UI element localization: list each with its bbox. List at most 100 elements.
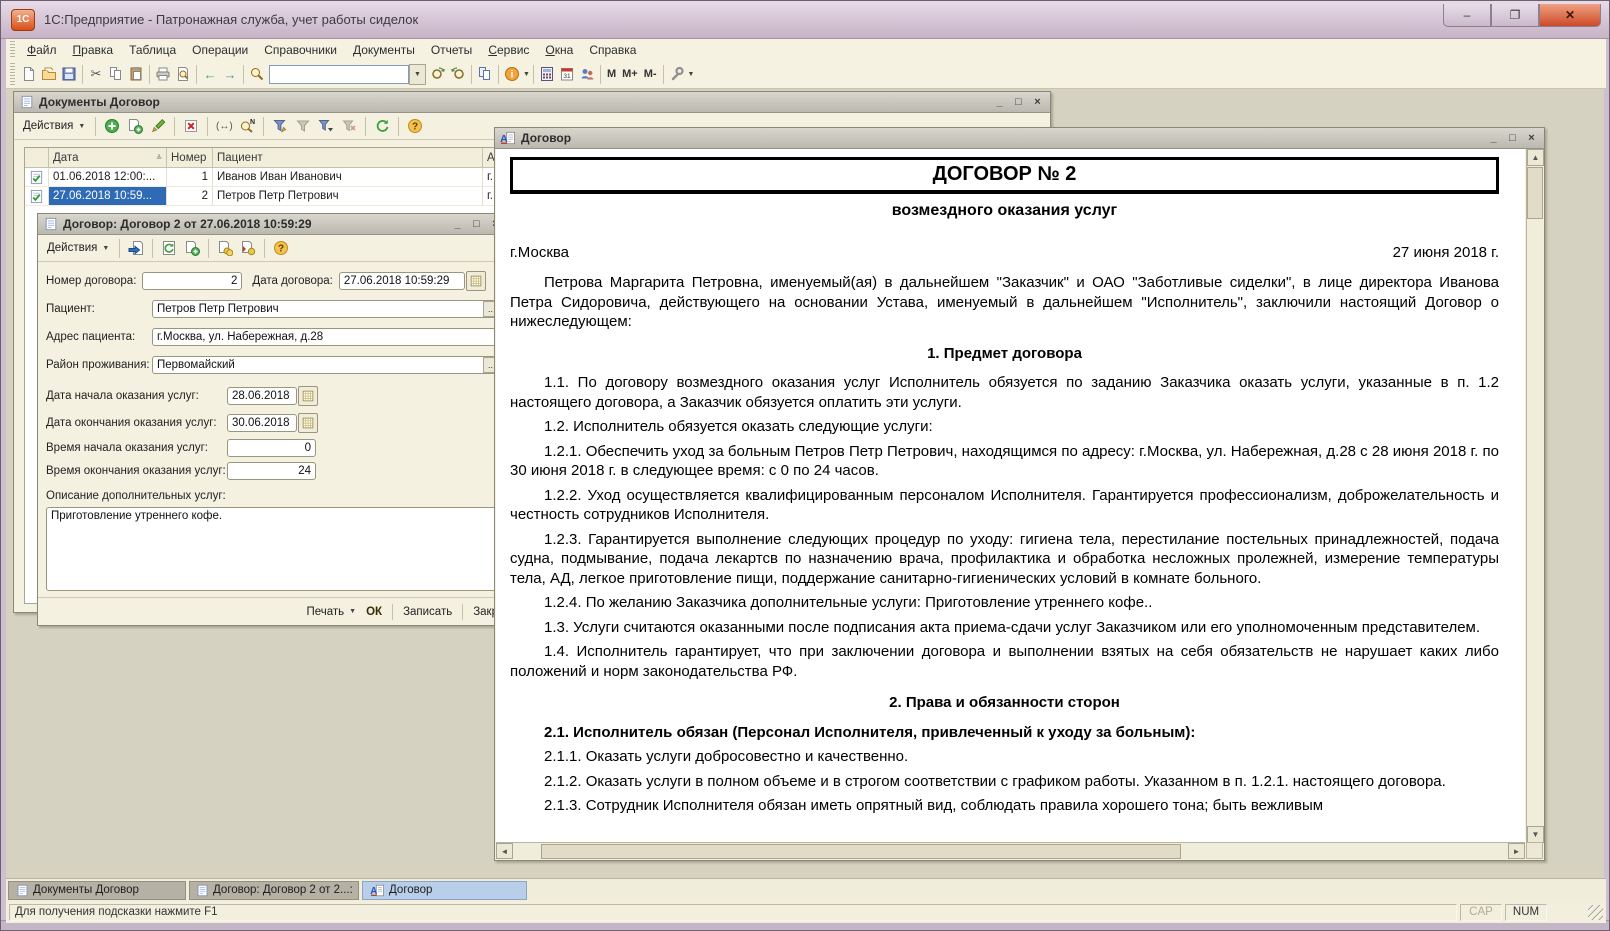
menu-catalogs[interactable]: Справочники	[256, 41, 345, 59]
scroll-right-button[interactable]: ►	[1508, 843, 1525, 859]
post-document-icon[interactable]	[126, 238, 146, 258]
menu-help[interactable]: Справка	[581, 41, 644, 59]
contract-date-input[interactable]	[339, 272, 465, 290]
print-icon[interactable]	[153, 64, 173, 84]
doc-window-titlebar[interactable]: A Договор _ □ ×	[495, 128, 1544, 149]
column-width-icon[interactable]: (↔)	[214, 116, 234, 136]
menu-reports[interactable]: Отчеты	[423, 41, 480, 59]
address-input[interactable]	[152, 328, 500, 346]
form-help-icon[interactable]: ?	[271, 238, 291, 258]
find-by-number-icon[interactable]: N	[237, 116, 257, 136]
memory-m-plus-button[interactable]: M+	[619, 66, 641, 82]
enter-on-basis-icon[interactable]	[215, 238, 235, 258]
print-button[interactable]: Печать▼	[302, 604, 360, 620]
start-date-input[interactable]	[227, 387, 297, 405]
vertical-scrollbar[interactable]: ▲ ▼	[1526, 149, 1543, 843]
copy-icon[interactable]	[106, 64, 126, 84]
ok-button[interactable]: ОК	[362, 604, 386, 620]
form-minimize-button[interactable]: _	[450, 217, 465, 231]
find-previous-icon[interactable]	[448, 64, 468, 84]
tab-contract-form[interactable]: Договор: Договор 2 от 2...:29	[189, 881, 359, 900]
end-date-calendar-button[interactable]	[298, 413, 318, 433]
vertical-scroll-thumb[interactable]	[1527, 167, 1543, 219]
horizontal-scroll-thumb[interactable]	[541, 844, 1181, 859]
list-actions-button[interactable]: Действия▼	[19, 118, 89, 134]
new-document-icon[interactable]	[19, 64, 39, 84]
info-dropdown-arrow[interactable]: ▼	[523, 71, 530, 78]
refresh-form-icon[interactable]	[159, 238, 179, 258]
copy-document-icon[interactable]	[182, 238, 202, 258]
patient-input[interactable]	[152, 300, 500, 318]
doc-maximize-button[interactable]: □	[1505, 131, 1520, 145]
maximize-button[interactable]: ❐	[1491, 4, 1539, 27]
form-maximize-button[interactable]: □	[469, 217, 484, 231]
menu-file[interactable]: Файл	[19, 41, 65, 59]
write-button[interactable]: Записать	[399, 604, 456, 620]
scroll-left-button[interactable]: ◄	[496, 843, 513, 859]
tab-contract-document[interactable]: A Договор	[362, 881, 527, 900]
memory-m-minus-button[interactable]: M-	[641, 66, 660, 82]
print-preview-icon[interactable]	[173, 64, 193, 84]
search-dropdown-button[interactable]: ▼	[409, 64, 426, 85]
menu-documents[interactable]: Документы	[345, 41, 423, 59]
description-textarea[interactable]: Приготовление утреннего кофе.	[46, 507, 500, 591]
search-icon[interactable]	[247, 64, 267, 84]
edit-icon[interactable]	[148, 116, 168, 136]
toolbar-grip[interactable]	[10, 63, 15, 85]
list-close-button[interactable]: ×	[1030, 95, 1045, 109]
minimize-button[interactable]: –	[1443, 4, 1491, 27]
save-icon[interactable]	[59, 64, 79, 84]
tab-documents-list[interactable]: Документы Договор	[8, 881, 186, 900]
menu-edit[interactable]: Правка	[65, 41, 122, 59]
doc-minimize-button[interactable]: _	[1486, 131, 1501, 145]
resize-grip[interactable]	[1588, 905, 1603, 920]
header-icon-cell[interactable]	[25, 148, 49, 167]
scroll-down-button[interactable]: ▼	[1527, 826, 1544, 843]
filter-icon[interactable]	[293, 116, 313, 136]
district-input[interactable]	[152, 356, 500, 374]
scroll-up-button[interactable]: ▲	[1527, 149, 1544, 166]
forward-icon[interactable]: →	[220, 64, 240, 84]
menu-grip[interactable]	[10, 41, 15, 58]
filter-setup-icon[interactable]	[270, 116, 290, 136]
menu-table[interactable]: Таблица	[121, 41, 184, 59]
menu-windows[interactable]: Окна	[537, 41, 581, 59]
filter-history-icon[interactable]	[316, 116, 336, 136]
paste-icon[interactable]	[126, 64, 146, 84]
menu-service[interactable]: Сервис	[480, 41, 537, 59]
end-date-input[interactable]	[227, 414, 297, 432]
form-window-titlebar[interactable]: Договор: Договор 2 от 27.06.2018 10:59:2…	[38, 214, 508, 235]
users-icon[interactable]	[577, 64, 597, 84]
open-document-icon[interactable]	[39, 64, 59, 84]
menu-operations[interactable]: Операции	[184, 41, 256, 59]
calculator-icon[interactable]	[537, 64, 557, 84]
find-next-icon[interactable]	[428, 64, 448, 84]
help-icon[interactable]: ?	[405, 116, 425, 136]
search-input[interactable]	[269, 65, 409, 84]
header-number[interactable]: Номер	[167, 148, 213, 167]
calendar-icon[interactable]: 31	[557, 64, 577, 84]
back-icon[interactable]: ←	[200, 64, 220, 84]
date-calendar-button[interactable]	[466, 271, 486, 291]
refresh-icon[interactable]	[372, 116, 392, 136]
duplicate-icon[interactable]	[475, 64, 495, 84]
add-copy-icon[interactable]	[125, 116, 145, 136]
add-icon[interactable]	[102, 116, 122, 136]
doc-close-button[interactable]: ×	[1524, 131, 1539, 145]
list-maximize-button[interactable]: □	[1011, 95, 1026, 109]
related-documents-icon[interactable]	[238, 238, 258, 258]
service-settings-icon[interactable]	[667, 64, 687, 84]
list-minimize-button[interactable]: _	[992, 95, 1007, 109]
form-actions-button[interactable]: Действия▼	[43, 240, 113, 256]
start-date-calendar-button[interactable]	[298, 386, 318, 406]
service-dropdown-arrow[interactable]: ▼	[688, 71, 695, 78]
start-time-input[interactable]	[227, 439, 316, 457]
list-window-titlebar[interactable]: Документы Договор _ □ ×	[14, 92, 1050, 113]
close-button[interactable]: ✕	[1539, 4, 1601, 27]
end-time-input[interactable]	[227, 462, 316, 480]
header-patient[interactable]: Пациент	[213, 148, 483, 167]
delete-icon[interactable]	[181, 116, 201, 136]
filter-clear-icon[interactable]	[339, 116, 359, 136]
cut-icon[interactable]: ✂	[86, 64, 106, 84]
header-date[interactable]: Дата≜	[49, 148, 167, 167]
